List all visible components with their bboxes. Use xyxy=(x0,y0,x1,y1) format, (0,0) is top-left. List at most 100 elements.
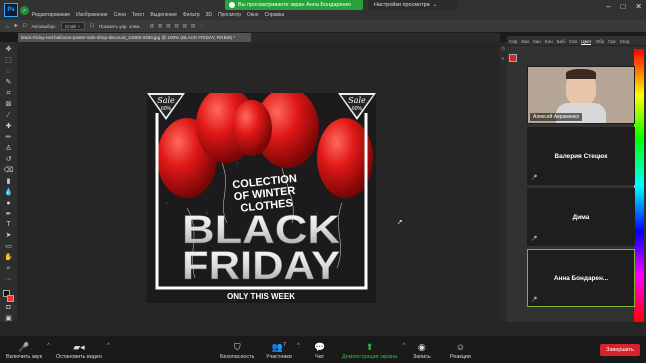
participants-button[interactable]: 👥7 Участники ^ xyxy=(266,342,300,361)
share-label: Демонстрация экрана xyxy=(342,354,398,360)
pen-tool-icon[interactable]: ✒ xyxy=(4,210,13,218)
poster-image[interactable]: Sale 60% Sale 60% COLECTION OF WINTER CL… xyxy=(147,93,376,303)
friday-text: FRIDAY xyxy=(182,244,340,288)
panel-tab[interactable]: Цвет xyxy=(581,39,592,45)
marquee-tool-icon[interactable]: ⬚ xyxy=(4,57,13,65)
options-bar: ⌂ ✥ ☐ Автовыбор: Слой ⌄ ☐ Показать упр. … xyxy=(0,20,646,32)
reactions-button[interactable]: ☺ Реакции xyxy=(450,342,471,361)
frame-tool-icon[interactable]: ⊠ xyxy=(4,101,13,109)
color-spectrum[interactable] xyxy=(634,49,644,322)
history-brush-icon[interactable]: ↺ xyxy=(4,155,13,163)
share-screen-icon: ⬆ xyxy=(365,342,374,352)
history-panel-icon[interactable]: ◷ xyxy=(501,46,505,52)
shape-tool-icon[interactable]: ▭ xyxy=(4,243,13,251)
properties-panel-icon[interactable]: ≡ xyxy=(502,56,505,62)
chevron-up-icon[interactable]: ^ xyxy=(47,343,50,349)
panel-tab[interactable]: Биб xyxy=(557,39,565,45)
lasso-tool-icon[interactable]: ◌ xyxy=(4,68,13,76)
align-bottom-icon[interactable]: ▤ xyxy=(191,23,195,29)
sale-text-left: Sale xyxy=(157,96,175,105)
panel-tab[interactable]: Кан xyxy=(521,39,529,45)
chat-button[interactable]: 💬 Чат xyxy=(314,343,325,361)
home-icon[interactable]: ⌂ xyxy=(6,24,9,29)
eraser-tool-icon[interactable]: ⌫ xyxy=(4,166,14,174)
background-color[interactable] xyxy=(7,294,14,302)
hand-tool-icon[interactable]: ✋ xyxy=(4,254,13,262)
crop-tool-icon[interactable]: ⌗ xyxy=(4,90,13,98)
participant-tile[interactable]: Анна Бондарен... 🎤 xyxy=(527,249,635,307)
participant-name: Валерия Стецюк xyxy=(554,152,608,160)
minimize-icon[interactable]: – xyxy=(606,2,610,11)
smiley-icon: ☺ xyxy=(455,342,466,352)
menu-item[interactable]: Справка xyxy=(265,12,285,18)
color-panel-swatch[interactable] xyxy=(509,54,517,62)
align-middle-icon[interactable]: ▤ xyxy=(183,23,187,29)
quick-mask-icon[interactable]: ◘ xyxy=(4,303,13,311)
quick-select-tool-icon[interactable]: ✎ xyxy=(4,79,13,87)
participant-name: Алексей Авраменко xyxy=(530,113,583,121)
autoselect-select[interactable]: Слой ⌄ xyxy=(60,22,85,30)
participant-tile[interactable]: Валерия Стецюк 🎤 xyxy=(527,127,635,185)
healing-tool-icon[interactable]: ✚ xyxy=(4,123,13,131)
more-tools-icon[interactable]: ··· xyxy=(4,276,13,284)
menu-item[interactable]: Текст xyxy=(132,12,145,18)
panel-tab[interactable]: Узор xyxy=(620,39,630,45)
zoom-tool-icon[interactable]: ⌕ xyxy=(4,265,13,273)
more-options-icon[interactable]: ··· xyxy=(199,23,204,29)
participant-tile[interactable]: Дима 🎤 xyxy=(527,188,635,246)
close-icon[interactable]: ✕ xyxy=(635,2,642,11)
chevron-up-icon[interactable]: ^ xyxy=(107,343,110,349)
blur-tool-icon[interactable]: 💧 xyxy=(4,188,13,196)
record-button[interactable]: ◉ Запись xyxy=(413,343,431,361)
unmute-button[interactable]: 🎤 Включить звук ^ xyxy=(6,343,50,361)
brush-tool-icon[interactable]: ✏ xyxy=(4,134,13,142)
menu-item[interactable]: Просмотр xyxy=(218,12,241,18)
participant-video-hair xyxy=(566,69,596,79)
view-options-button[interactable]: Настройки просмотра ⌄ xyxy=(368,0,458,10)
end-meeting-button[interactable]: Завершить xyxy=(600,344,640,356)
align-right-icon[interactable]: ▥ xyxy=(166,23,170,29)
menu-item[interactable]: Слои xyxy=(114,12,126,18)
panel-tab[interactable]: Кон xyxy=(545,39,553,45)
menu-item[interactable]: Редактирование xyxy=(32,12,70,18)
type-tool-icon[interactable]: T xyxy=(4,221,13,229)
menu-item[interactable]: Окно xyxy=(247,12,259,18)
eyedropper-tool-icon[interactable]: ⁄ xyxy=(4,112,13,120)
move-tool-icon[interactable]: ✥ xyxy=(14,23,18,29)
menu-item[interactable]: 3D xyxy=(206,12,212,18)
menu-item[interactable]: Фильтр xyxy=(183,12,200,18)
transform-checkbox[interactable]: ☐ xyxy=(90,23,94,29)
screen-mode-icon[interactable]: ▣ xyxy=(4,314,13,322)
stamp-tool-icon[interactable]: ♙ xyxy=(4,144,13,152)
chevron-up-icon[interactable]: ^ xyxy=(402,343,405,349)
align-left-icon[interactable]: ▥ xyxy=(150,23,154,29)
shield-icon[interactable]: ✓ xyxy=(20,6,29,15)
align-top-icon[interactable]: ▤ xyxy=(174,23,178,29)
chevron-up-icon[interactable]: ^ xyxy=(297,343,300,349)
video-button[interactable]: ▰◂ Остановить видео ^ xyxy=(56,342,110,361)
panel-tab[interactable]: Сво xyxy=(569,39,577,45)
menu-item[interactable]: Выделение xyxy=(150,12,177,18)
panel-tab[interactable]: Гра xyxy=(608,39,615,45)
share-screen-button[interactable]: ⬆ Демонстрация экрана ^ xyxy=(342,342,405,361)
menu-item[interactable]: Изображение xyxy=(76,12,108,18)
align-center-icon[interactable]: ▥ xyxy=(158,23,162,29)
color-swatches[interactable] xyxy=(3,289,14,302)
participants-icon: 👥7 xyxy=(271,342,286,352)
sale-text-right: Sale xyxy=(348,96,366,105)
gradient-tool-icon[interactable]: ▮ xyxy=(4,177,13,185)
canvas-area[interactable]: Sale 60% Sale 60% COLECTION OF WINTER CL… xyxy=(17,42,499,322)
move-tool-icon[interactable]: ✥ xyxy=(4,46,13,54)
maximize-icon[interactable]: □ xyxy=(620,2,625,11)
participants-label: Участники xyxy=(266,354,292,360)
participant-tile[interactable]: Алексей Авраменко xyxy=(527,66,635,124)
panel-tab[interactable]: Свр xyxy=(509,39,517,45)
security-button[interactable]: ⛉ Безопасность xyxy=(220,343,254,361)
document-tab[interactable]: black-friday-red-balloons-poster-sale-sh… xyxy=(18,33,251,42)
autoselect-checkbox[interactable]: ☐ xyxy=(23,23,27,29)
panel-tab[interactable]: Обр xyxy=(595,39,604,45)
camera-icon: ▰◂ xyxy=(73,342,85,352)
path-select-icon[interactable]: ➤ xyxy=(4,232,13,240)
dodge-tool-icon[interactable]: ● xyxy=(4,199,13,207)
panel-tab[interactable]: Кан xyxy=(533,39,541,45)
